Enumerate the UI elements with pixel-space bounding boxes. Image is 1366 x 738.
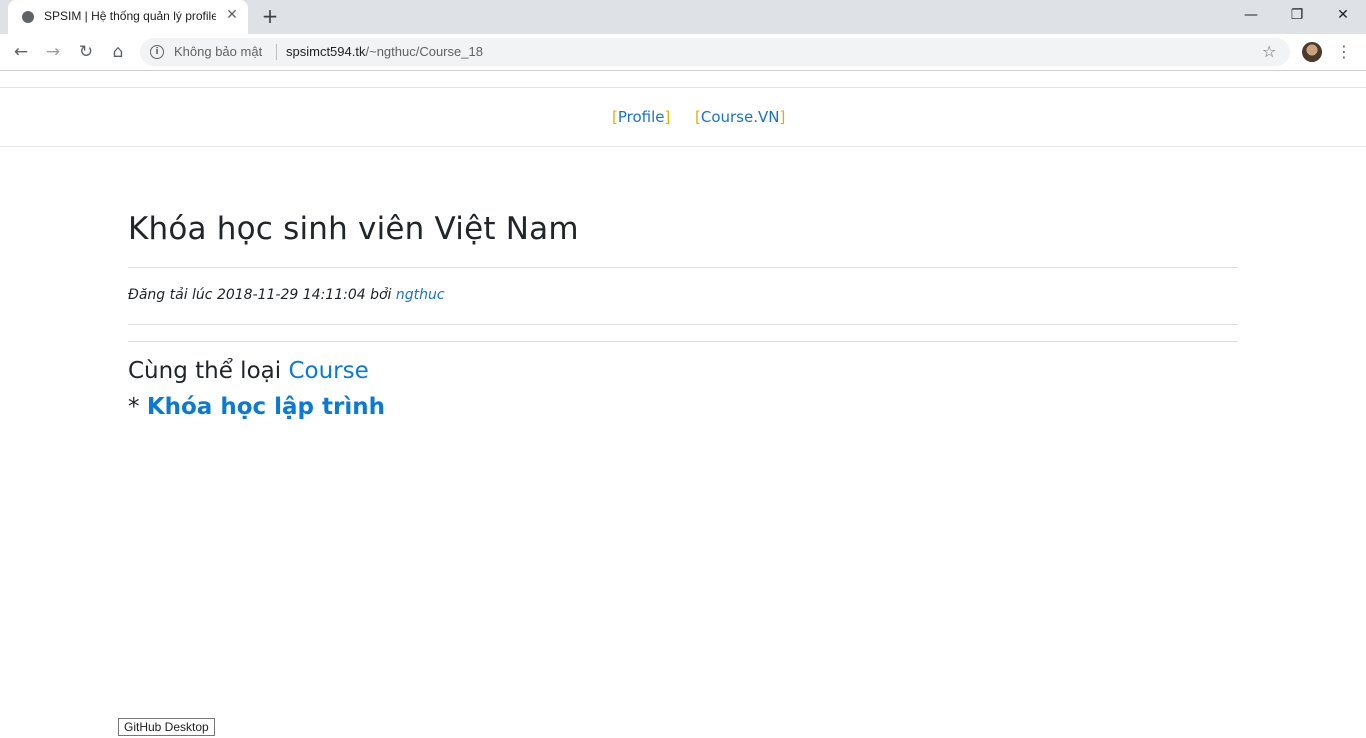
tooltip: GitHub Desktop (118, 718, 215, 736)
related-heading-text: Cùng thể loại (128, 358, 282, 384)
browser-menu-icon[interactable]: ⋮ (1336, 42, 1352, 62)
article-title: Khóa học sinh viên Việt Nam (128, 211, 579, 247)
address-bar[interactable]: i Không bảo mật spsimct594.tk/~ngthuc/Co… (140, 38, 1290, 66)
tab-title: SPSIM | Hệ thống quản lý profile (44, 9, 216, 23)
url-host: spsimct594.tk (286, 44, 366, 59)
new-tab-button[interactable]: + (260, 6, 280, 26)
divider (128, 267, 1238, 268)
info-icon[interactable]: i (150, 45, 164, 59)
address-separator (276, 44, 277, 60)
divider (128, 324, 1238, 325)
site-nav: [Profile] [Course.VN] (0, 87, 1366, 147)
article-content: Khóa học sinh viên Việt Nam Đăng tải lúc… (128, 211, 1238, 420)
browser-titlebar: SPSIM | Hệ thống quản lý profile ✕ + — ❐… (0, 0, 1366, 34)
bullet-mark: * (128, 394, 140, 420)
nav-link-course-label: Course.VN (700, 108, 780, 126)
security-label[interactable]: Không bảo mật (174, 44, 262, 59)
url-path: /~ngthuc/Course_18 (365, 44, 483, 59)
minimize-window-icon[interactable]: — (1237, 4, 1265, 26)
nav-link-profile[interactable]: [Profile] (612, 108, 670, 126)
close-tab-icon[interactable]: ✕ (224, 7, 240, 23)
post-meta: Đăng tải lúc 2018-11-29 14:11:04 bởi ngt… (128, 287, 445, 303)
forward-icon[interactable]: → (42, 41, 64, 63)
nav-link-course[interactable]: [Course.VN] (695, 108, 785, 126)
related-item: * Khóa học lập trình (128, 394, 385, 420)
url-text[interactable]: spsimct594.tk/~ngthuc/Course_18 (286, 44, 483, 59)
browser-toolbar: ← → ↻ ⌂ i Không bảo mật spsimct594.tk/~n… (0, 34, 1366, 71)
posted-text: Đăng tải lúc 2018-11-29 14:11:04 bởi (128, 287, 392, 303)
close-window-icon[interactable]: ✕ (1329, 4, 1357, 26)
favicon-icon (22, 11, 34, 23)
nav-link-profile-label: Profile (617, 108, 665, 126)
related-heading: Cùng thể loại Course (128, 358, 369, 384)
reload-icon[interactable]: ↻ (75, 41, 97, 63)
browser-tab[interactable]: SPSIM | Hệ thống quản lý profile ✕ (8, 0, 248, 34)
restore-window-icon[interactable]: ❐ (1283, 4, 1311, 26)
author-link[interactable]: ngthuc (396, 287, 445, 303)
related-item-link[interactable]: Khóa học lập trình (147, 394, 385, 420)
web-page: [Profile] [Course.VN] Khóa học sinh viên… (0, 71, 1366, 738)
category-link[interactable]: Course (288, 358, 368, 384)
bookmark-star-icon[interactable]: ☆ (1262, 42, 1276, 61)
divider (128, 341, 1238, 342)
profile-avatar[interactable] (1302, 42, 1322, 62)
home-icon[interactable]: ⌂ (107, 41, 129, 63)
back-icon[interactable]: ← (10, 41, 32, 63)
